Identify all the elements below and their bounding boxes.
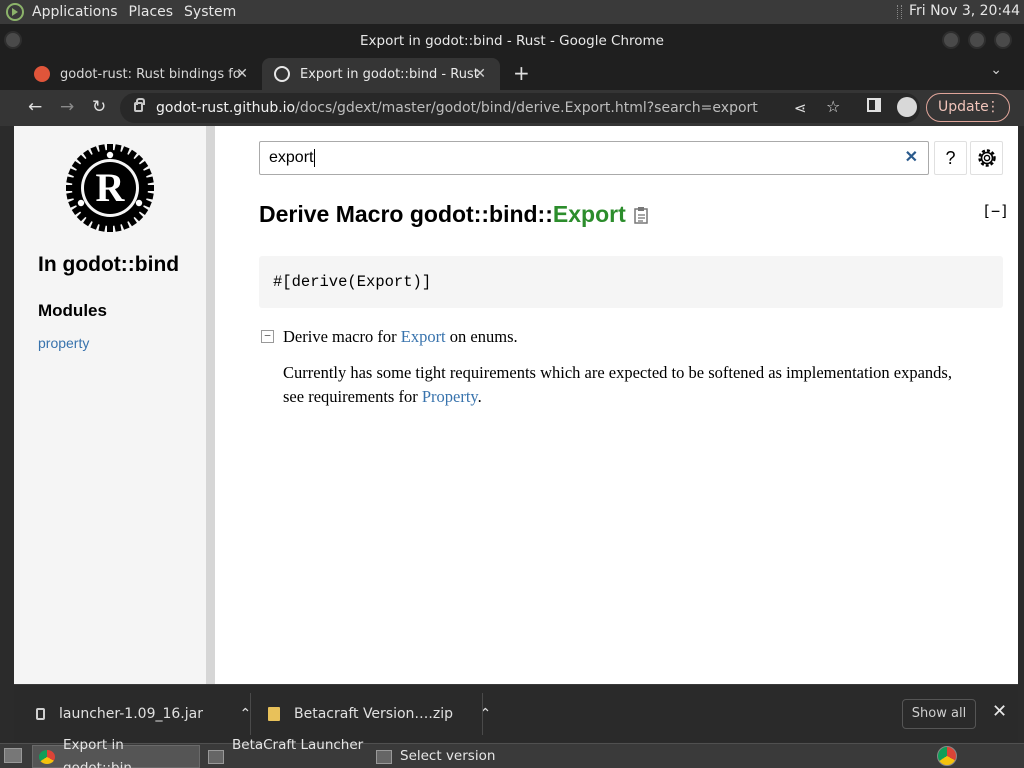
share-icon[interactable]: ⋖ (794, 93, 807, 123)
window-menu-button[interactable] (4, 31, 22, 49)
task-betacraft[interactable]: BetaCraft Launcher … (202, 737, 370, 768)
show-all-downloads-button[interactable]: Show all (902, 699, 976, 729)
system-top-panel: Applications Places System Fri Nov 3, 20… (0, 0, 1024, 24)
tab-label: Export in godot::bind - Rust (300, 66, 479, 82)
rust-favicon-icon (274, 66, 290, 82)
side-panel-icon[interactable] (867, 98, 881, 112)
divider (250, 693, 251, 735)
rust-logo-icon[interactable]: R (60, 138, 160, 238)
distro-logo-icon[interactable] (6, 3, 24, 21)
page-scrollbar[interactable] (1018, 126, 1024, 684)
lock-icon[interactable] (134, 98, 145, 112)
menu-applications[interactable]: Applications (30, 4, 127, 20)
reload-icon[interactable]: ↻ (92, 97, 106, 117)
update-button[interactable]: Update ⋮ (926, 93, 1010, 122)
address-bar[interactable]: godot-rust.github.io/docs/gdext/master/g… (120, 93, 920, 123)
close-downloads-icon[interactable]: ✕ (992, 701, 1007, 722)
download-name: Betacraft Version….zip (294, 706, 453, 722)
download-name: launcher-1.09_16.jar (59, 706, 203, 722)
settings-button[interactable] (970, 141, 1003, 175)
profile-avatar-icon[interactable] (897, 97, 917, 117)
chrome-icon (39, 749, 55, 764)
docs-sidebar: R In godot::bind Modules property (14, 126, 206, 684)
task-label: Select version (400, 748, 496, 764)
chrome-tray-icon[interactable] (937, 746, 957, 766)
task-label: Export in godot::bin… (63, 736, 146, 768)
sidebar-crate-title[interactable]: In godot::bind (38, 253, 179, 277)
page-content: R In godot::bind Modules property export… (14, 126, 1018, 684)
tab-godot-rust[interactable]: godot-rust: Rust bindings for t ✕ (22, 58, 262, 90)
details-text: . (477, 387, 482, 406)
window-titlebar[interactable]: Export in godot::bind - Rust - Google Ch… (0, 24, 1024, 56)
collapse-all-toggle[interactable]: [−] (982, 202, 1009, 220)
zip-file-icon (268, 707, 280, 721)
clock[interactable]: Fri Nov 3, 20:44 (896, 3, 1020, 19)
godot-rust-favicon-icon (34, 66, 50, 82)
page-title: Derive Macro godot::bind::Export (259, 201, 626, 228)
tab-strip: godot-rust: Rust bindings for t ✕ Export… (0, 56, 1024, 90)
minimize-button[interactable] (942, 31, 960, 49)
url-path: /docs/gdext/master/godot/bind/derive.Exp… (295, 100, 758, 116)
svg-text:R: R (96, 165, 126, 210)
tab-export-rust[interactable]: Export in godot::bind - Rust ✕ (262, 58, 500, 90)
logo-tooth (66, 185, 74, 191)
search-input[interactable]: export ✕ (259, 141, 929, 175)
more-menu-icon[interactable]: ⋮ (986, 94, 1000, 121)
back-arrow-icon[interactable]: ← (28, 97, 42, 117)
logo-tooth (107, 144, 113, 152)
window-title: Export in godot::bind - Rust - Google Ch… (360, 33, 664, 49)
export-link[interactable]: Export (401, 327, 446, 346)
bookmark-star-icon[interactable]: ☆ (826, 92, 840, 122)
sidebar-item-property[interactable]: property (38, 335, 89, 351)
doc-details: Currently has some tight requirements wh… (283, 361, 973, 409)
task-chrome[interactable]: Export in godot::bin… (32, 737, 200, 768)
task-select-version[interactable]: Select version (370, 745, 538, 768)
title-path: Derive Macro godot::bind:: (259, 201, 553, 227)
gear-icon (978, 149, 996, 167)
url-host: godot-rust.github.io (156, 100, 296, 116)
logo-tooth (146, 185, 154, 191)
doc-summary: Derive macro for Export on enums. (283, 325, 518, 349)
copy-path-icon[interactable] (634, 206, 650, 224)
details-text: Currently has some tight requirements wh… (283, 363, 952, 406)
help-button[interactable]: ? (934, 141, 967, 175)
jar-file-icon (36, 708, 45, 720)
divider (482, 693, 483, 735)
forward-arrow-icon[interactable]: → (60, 97, 74, 117)
property-link[interactable]: Property (422, 387, 478, 406)
title-item[interactable]: Export (553, 201, 626, 227)
update-label: Update (938, 99, 989, 115)
java-app-icon (376, 749, 392, 764)
summary-text: on enums. (445, 327, 518, 346)
code-block: #[derive(Export)] (259, 256, 1003, 308)
tab-search-chevron-icon[interactable]: ⌄ (990, 62, 1002, 78)
new-tab-icon[interactable]: + (513, 61, 530, 85)
menu-system[interactable]: System (182, 4, 245, 20)
show-desktop-icon[interactable] (4, 748, 22, 763)
sidebar-modules-heading[interactable]: Modules (38, 301, 107, 321)
logo-tooth (107, 224, 113, 232)
search-value: export (269, 149, 314, 166)
browser-toolbar: ← → ↻ godot-rust.github.io/docs/gdext/ma… (0, 90, 1024, 126)
close-window-button[interactable] (994, 31, 1012, 49)
text-caret (314, 148, 316, 167)
taskbar: Export in godot::bin… BetaCraft Launcher… (0, 737, 1024, 768)
clear-search-icon[interactable]: ✕ (905, 142, 918, 174)
java-app-icon (208, 749, 224, 764)
close-tab-icon[interactable]: ✕ (474, 66, 486, 82)
sidebar-resizer[interactable] (206, 126, 215, 684)
docblock-toggle[interactable]: − (261, 330, 274, 343)
menu-places[interactable]: Places (127, 4, 183, 20)
task-label: BetaCraft Launcher … (232, 736, 364, 768)
maximize-button[interactable] (968, 31, 986, 49)
tab-label: godot-rust: Rust bindings for t (60, 66, 240, 82)
close-tab-icon[interactable]: ✕ (236, 66, 248, 82)
summary-text: Derive macro for (283, 327, 401, 346)
